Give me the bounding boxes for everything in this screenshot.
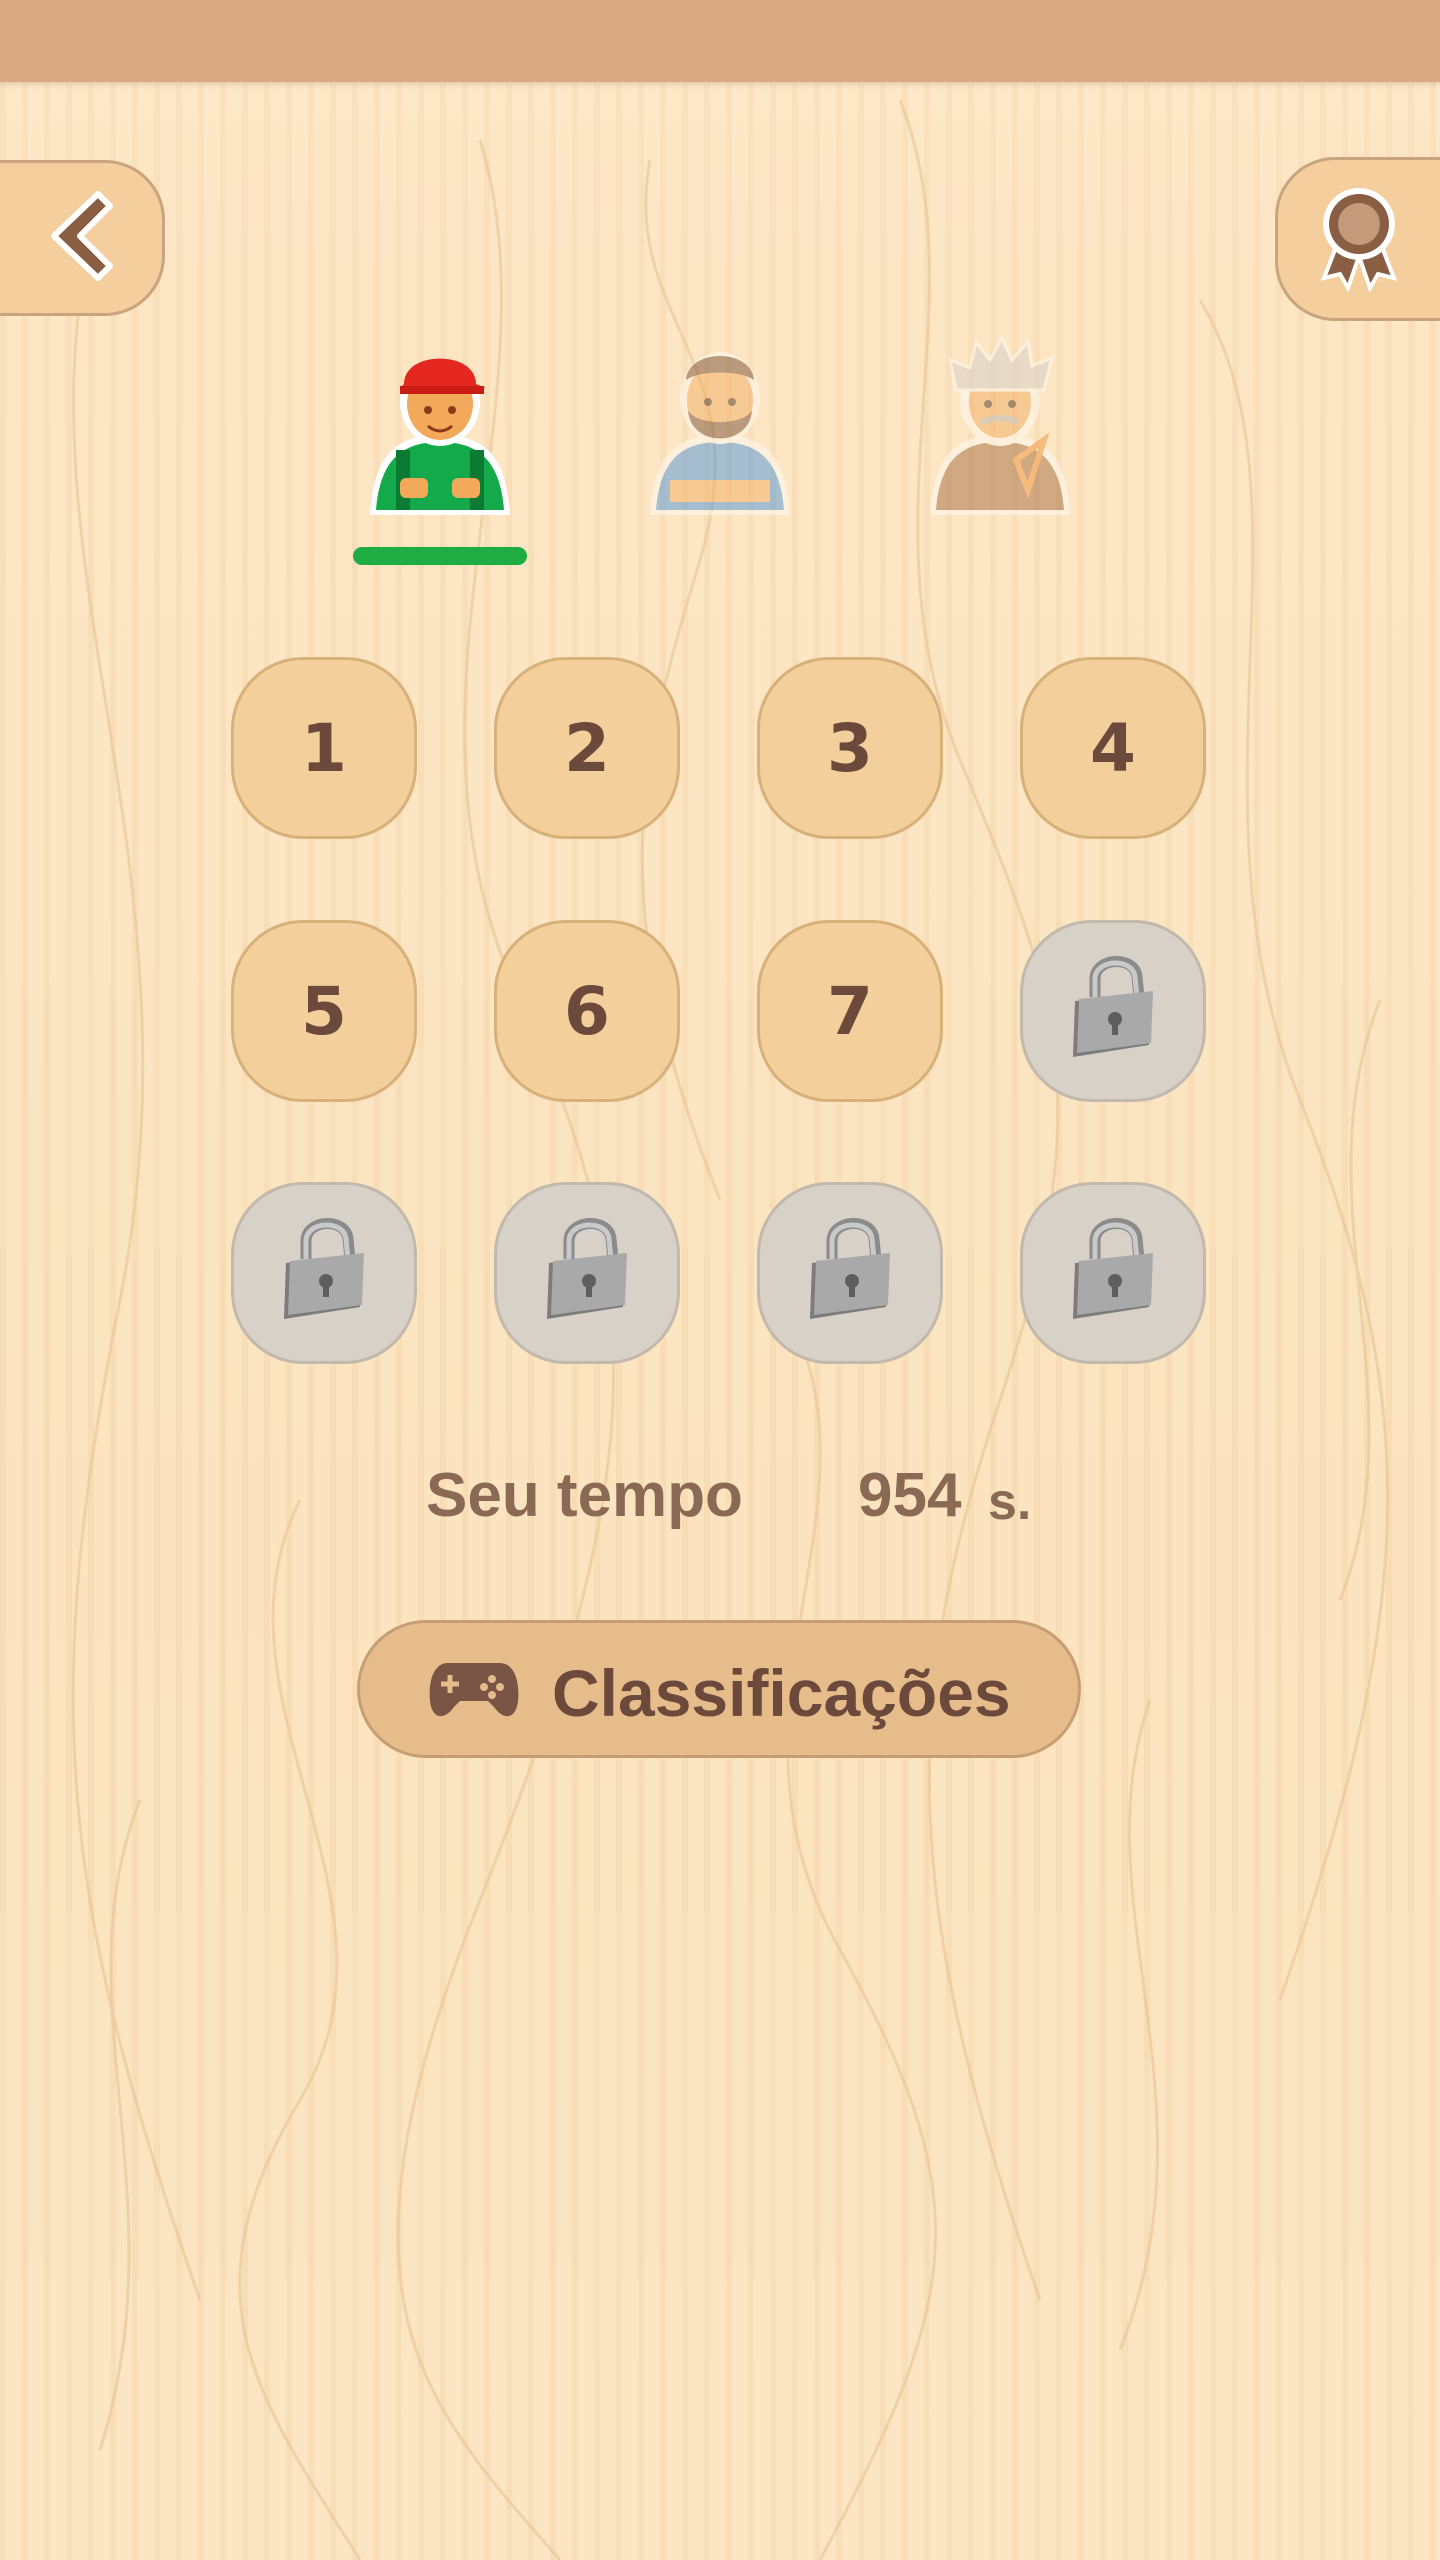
locked-level bbox=[494, 1182, 680, 1364]
gamepad-icon bbox=[428, 1657, 520, 1723]
level-button[interactable]: 2 bbox=[494, 657, 680, 839]
lock-icon bbox=[802, 1207, 898, 1339]
lock-icon bbox=[1065, 1207, 1161, 1339]
lock-icon bbox=[1065, 945, 1161, 1077]
scientist-avatar[interactable] bbox=[920, 330, 1080, 520]
level-button[interactable]: 4 bbox=[1020, 657, 1206, 839]
time-label: Seu tempo bbox=[426, 1461, 743, 1530]
achievements-button[interactable] bbox=[1275, 157, 1440, 321]
level-button[interactable]: 3 bbox=[757, 657, 943, 839]
level-button[interactable]: 6 bbox=[494, 920, 680, 1102]
locked-level bbox=[1020, 920, 1206, 1102]
level-button[interactable]: 5 bbox=[231, 920, 417, 1102]
top-bar bbox=[0, 0, 1440, 82]
level-button[interactable]: 7 bbox=[757, 920, 943, 1102]
time-value: 954 bbox=[858, 1461, 962, 1530]
locked-level bbox=[231, 1182, 417, 1364]
rankings-button[interactable]: Classificações bbox=[357, 1620, 1081, 1758]
rankings-label: Classificações bbox=[552, 1656, 1011, 1730]
lock-icon bbox=[539, 1207, 635, 1339]
locked-level bbox=[1020, 1182, 1206, 1364]
time-unit: s. bbox=[988, 1473, 1032, 1531]
selected-character-indicator bbox=[353, 547, 527, 565]
back-button[interactable] bbox=[0, 160, 165, 316]
locked-level bbox=[757, 1182, 943, 1364]
worker-avatar[interactable] bbox=[360, 330, 520, 520]
chevron-left-icon bbox=[36, 186, 126, 291]
time-row: Seu tempo 954 s. bbox=[0, 1460, 1440, 1550]
lock-icon bbox=[276, 1207, 372, 1339]
bearded-man-avatar[interactable] bbox=[640, 330, 800, 520]
level-button[interactable]: 1 bbox=[231, 657, 417, 839]
character-selector bbox=[0, 330, 1440, 570]
award-ribbon-icon bbox=[1314, 182, 1404, 297]
